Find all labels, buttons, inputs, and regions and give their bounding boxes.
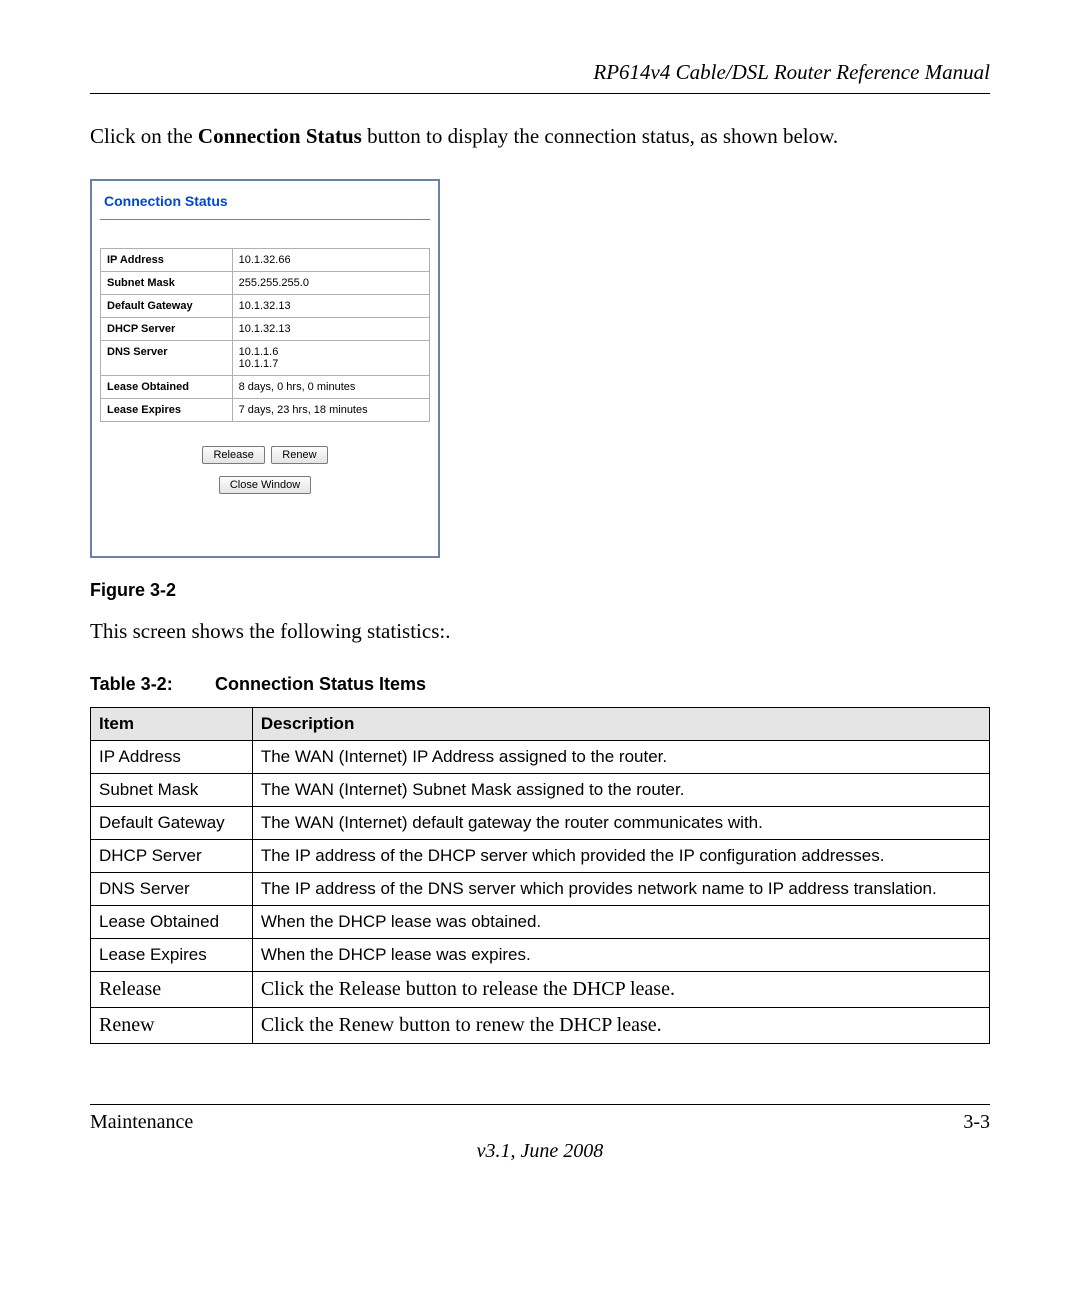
close-window-button[interactable]: Close Window xyxy=(219,476,311,494)
description-cell: The IP address of the DHCP server which … xyxy=(252,840,989,873)
status-label: DHCP Server xyxy=(101,318,233,341)
status-value: 8 days, 0 hrs, 0 minutes xyxy=(232,376,429,399)
status-row: IP Address10.1.32.66 xyxy=(101,249,430,272)
description-cell: The IP address of the DNS server which p… xyxy=(252,873,989,906)
item-cell: Renew xyxy=(91,1008,253,1044)
status-label: Subnet Mask xyxy=(101,272,233,295)
table-row: Lease ExpiresWhen the DHCP lease was exp… xyxy=(91,939,990,972)
table-row: ReleaseClick the Release button to relea… xyxy=(91,972,990,1008)
status-value: 255.255.255.0 xyxy=(232,272,429,295)
item-cell: DNS Server xyxy=(91,873,253,906)
table-row: Default GatewayThe WAN (Internet) defaul… xyxy=(91,807,990,840)
footer-divider xyxy=(90,1104,990,1105)
figure-caption: Figure 3-2 xyxy=(90,580,990,601)
status-label: DNS Server xyxy=(101,341,233,376)
button-row-1: Release Renew xyxy=(100,444,430,466)
status-label: Default Gateway xyxy=(101,295,233,318)
page-header: RP614v4 Cable/DSL Router Reference Manua… xyxy=(90,60,990,94)
footer-left: Maintenance xyxy=(90,1111,193,1134)
connection-status-panel: Connection Status IP Address10.1.32.66Su… xyxy=(90,179,440,558)
panel-title: Connection Status xyxy=(100,191,430,219)
description-cell: When the DHCP lease was expires. xyxy=(252,939,989,972)
description-cell: The WAN (Internet) default gateway the r… xyxy=(252,807,989,840)
status-value: 10.1.32.66 xyxy=(232,249,429,272)
status-row: Lease Obtained8 days, 0 hrs, 0 minutes xyxy=(101,376,430,399)
table-caption: Table 3-2: Connection Status Items xyxy=(90,674,990,695)
item-cell: DHCP Server xyxy=(91,840,253,873)
item-cell: IP Address xyxy=(91,741,253,774)
release-button[interactable]: Release xyxy=(202,446,264,464)
footer-row: Maintenance 3-3 xyxy=(90,1111,990,1134)
table-row: Subnet MaskThe WAN (Internet) Subnet Mas… xyxy=(91,774,990,807)
status-row: DHCP Server10.1.32.13 xyxy=(101,318,430,341)
status-value: 10.1.32.13 xyxy=(232,295,429,318)
intro-bold: Connection Status xyxy=(198,124,362,148)
table-row: IP AddressThe WAN (Internet) IP Address … xyxy=(91,741,990,774)
status-value: 7 days, 23 hrs, 18 minutes xyxy=(232,399,429,422)
intro-pre: Click on the xyxy=(90,124,198,148)
status-value: 10.1.32.13 xyxy=(232,318,429,341)
status-row: Lease Expires7 days, 23 hrs, 18 minutes xyxy=(101,399,430,422)
description-cell: Click the Renew button to renew the DHCP… xyxy=(252,1008,989,1044)
table-caption-label: Table 3-2: xyxy=(90,674,210,695)
table-row: DHCP ServerThe IP address of the DHCP se… xyxy=(91,840,990,873)
table-row: RenewClick the Renew button to renew the… xyxy=(91,1008,990,1044)
table-row: Lease ObtainedWhen the DHCP lease was ob… xyxy=(91,906,990,939)
item-cell: Lease Obtained xyxy=(91,906,253,939)
table-caption-title: Connection Status Items xyxy=(215,674,426,694)
button-row-2: Close Window xyxy=(100,474,430,496)
renew-button[interactable]: Renew xyxy=(271,446,327,464)
table-row: DNS ServerThe IP address of the DNS serv… xyxy=(91,873,990,906)
status-label: IP Address xyxy=(101,249,233,272)
item-cell: Release xyxy=(91,972,253,1008)
status-table: IP Address10.1.32.66Subnet Mask255.255.2… xyxy=(100,248,430,422)
item-cell: Lease Expires xyxy=(91,939,253,972)
status-value: 10.1.1.6 10.1.1.7 xyxy=(232,341,429,376)
description-cell: The WAN (Internet) IP Address assigned t… xyxy=(252,741,989,774)
panel-divider xyxy=(100,219,430,220)
intro-paragraph: Click on the Connection Status button to… xyxy=(90,124,990,149)
description-table: Item Description IP AddressThe WAN (Inte… xyxy=(90,707,990,1044)
status-label: Lease Obtained xyxy=(101,376,233,399)
status-row: DNS Server10.1.1.6 10.1.1.7 xyxy=(101,341,430,376)
header-description: Description xyxy=(252,708,989,741)
intro-post: button to display the connection status,… xyxy=(362,124,838,148)
item-cell: Default Gateway xyxy=(91,807,253,840)
description-cell: The WAN (Internet) Subnet Mask assigned … xyxy=(252,774,989,807)
header-item: Item xyxy=(91,708,253,741)
statistics-text: This screen shows the following statisti… xyxy=(90,619,990,644)
footer-right: 3-3 xyxy=(963,1111,990,1134)
description-cell: When the DHCP lease was obtained. xyxy=(252,906,989,939)
status-row: Subnet Mask255.255.255.0 xyxy=(101,272,430,295)
status-row: Default Gateway10.1.32.13 xyxy=(101,295,430,318)
item-cell: Subnet Mask xyxy=(91,774,253,807)
description-cell: Click the Release button to release the … xyxy=(252,972,989,1008)
status-label: Lease Expires xyxy=(101,399,233,422)
footer-center: v3.1, June 2008 xyxy=(90,1140,990,1163)
